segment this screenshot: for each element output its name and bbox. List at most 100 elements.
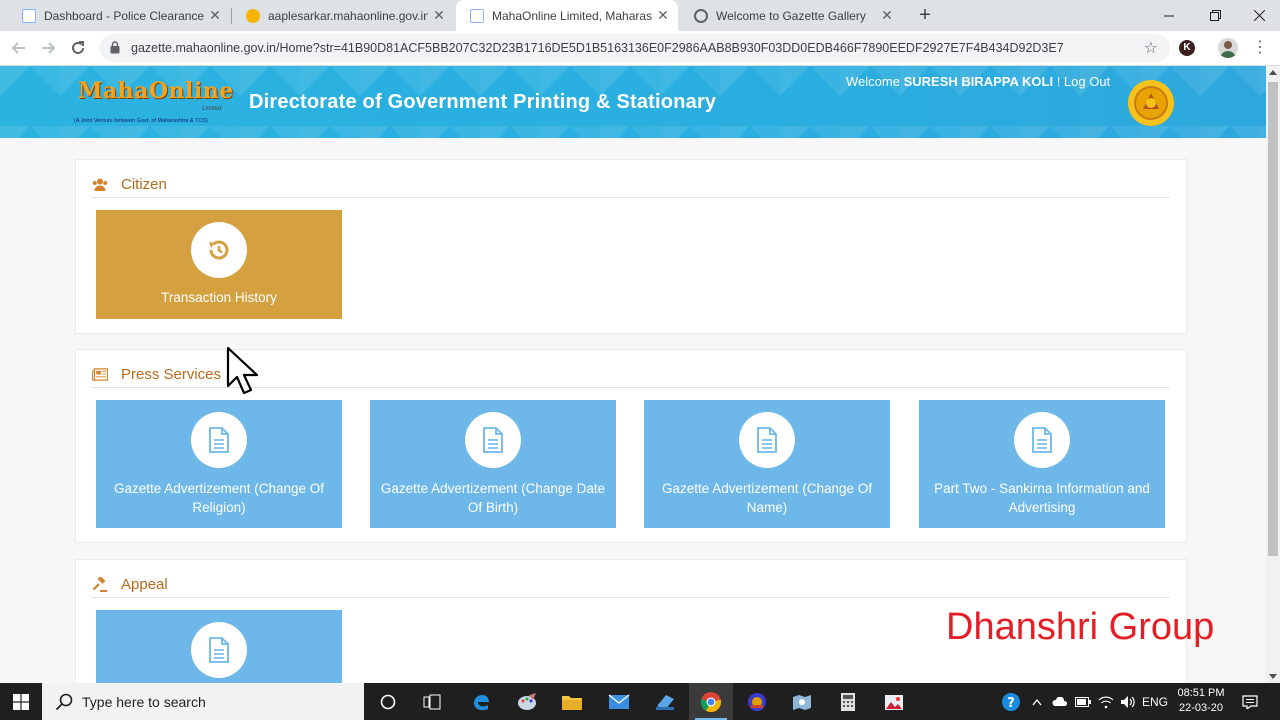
mouse-pointer-icon: [226, 346, 259, 395]
address-bar[interactable]: gazette.mahaonline.gov.in/Home?str=41B90…: [100, 34, 1170, 62]
aaplesarkar-favicon-icon: [246, 8, 260, 23]
tile-label: Gazette Advertizement (Change Date Of Bi…: [380, 481, 606, 515]
onedrive-tray-icon[interactable]: [1050, 683, 1070, 720]
app-taskbar-button[interactable]: [643, 683, 687, 720]
file-explorer-taskbar-button[interactable]: [550, 683, 594, 720]
calculator-icon: [841, 692, 855, 711]
document-icon: [191, 622, 247, 678]
app2-taskbar-button[interactable]: [735, 683, 779, 720]
tile-label: Gazette Advertizement (Change Of Name): [661, 481, 873, 515]
tab-title: Dashboard - Police Clearance Ce: [44, 8, 204, 23]
paint-palette-icon: [518, 692, 536, 710]
cloud-icon: [1052, 696, 1068, 706]
mail-icon: [608, 693, 630, 709]
page-icon: [22, 8, 36, 23]
edge-taskbar-button[interactable]: [459, 683, 503, 720]
profile-avatar[interactable]: [1218, 38, 1238, 58]
page-icon: [470, 8, 484, 23]
gazette-change-name-tile[interactable]: Gazette Advertizement (Change Of Name): [644, 400, 890, 528]
close-icon[interactable]: ✕: [656, 8, 670, 22]
reload-button[interactable]: [67, 37, 89, 59]
clock-time: 08:51 PM: [1177, 687, 1225, 699]
mail-taskbar-button[interactable]: [597, 683, 641, 720]
newspaper-icon: [92, 367, 108, 383]
watermark-text: Dhanshri Group: [946, 606, 1215, 648]
tab-police-clearance[interactable]: Dashboard - Police Clearance Ce ✕: [8, 0, 230, 31]
close-icon[interactable]: ✕: [880, 8, 894, 22]
taskbar-clock[interactable]: 08:51 PM 22-03-20: [1172, 686, 1230, 716]
windows-taskbar: Type here to search ? ENG 08:51 PM 22-03…: [0, 683, 1280, 720]
clock-date: 22-03-20: [1178, 702, 1224, 714]
tab-aaplesarkar[interactable]: aaplesarkar.mahaonline.gov.in ✕: [232, 0, 454, 31]
task-view-icon: [423, 694, 441, 709]
notifications-tray-button[interactable]: [1238, 683, 1262, 720]
cortana-button[interactable]: [366, 683, 410, 720]
browser-toolbar: gazette.mahaonline.gov.in/Home?str=41B90…: [0, 31, 1280, 66]
forward-button[interactable]: [37, 37, 59, 59]
person-icon: [1220, 41, 1236, 58]
document-icon: [739, 412, 795, 468]
task-view-button[interactable]: [410, 683, 454, 720]
site-title: Directorate of Government Printing & Sta…: [249, 91, 717, 113]
battery-tray-icon[interactable]: [1073, 683, 1093, 720]
paint-taskbar-button[interactable]: [505, 683, 549, 720]
appeal-tile[interactable]: [96, 610, 342, 683]
scroll-up-icon[interactable]: [1269, 70, 1277, 75]
press-services-section-title: Press Services: [121, 366, 222, 383]
show-hidden-icons-button[interactable]: [1030, 683, 1044, 720]
gazette-change-religion-tile[interactable]: Gazette Advertizement (Change Of Religio…: [96, 400, 342, 528]
logo-wordmark: MahaOnline: [78, 78, 234, 104]
reload-icon: [72, 41, 84, 54]
extension-k-icon[interactable]: K: [1179, 40, 1195, 56]
citizen-section-title: Citizen: [121, 176, 167, 193]
app4-taskbar-button[interactable]: [872, 683, 916, 720]
browser-tab-strip: Dashboard - Police Clearance Ce ✕ aaples…: [0, 0, 1280, 31]
minimize-button[interactable]: [1146, 0, 1192, 31]
tab-title: aaplesarkar.mahaonline.gov.in: [268, 8, 428, 23]
globe-icon: [694, 8, 708, 23]
browser-menu-button[interactable]: ⋮: [1252, 38, 1268, 58]
scroll-down-icon[interactable]: [1269, 674, 1277, 679]
speaker-icon: [1121, 695, 1135, 708]
transaction-history-tile[interactable]: Transaction History: [96, 210, 342, 319]
document-icon: [191, 412, 247, 468]
cortana-circle-icon: [380, 694, 396, 709]
language-indicator[interactable]: ENG: [1140, 683, 1170, 720]
app3-taskbar-button[interactable]: [780, 683, 824, 720]
back-button[interactable]: [8, 37, 30, 59]
volume-tray-icon[interactable]: [1118, 683, 1138, 720]
tab-gazette-gallery[interactable]: Welcome to Gazette Gallery ✕: [680, 0, 902, 31]
restore-icon: [1209, 10, 1221, 21]
scrollbar-thumb[interactable]: [1268, 82, 1278, 556]
start-button[interactable]: [0, 683, 42, 720]
mahaonline-logo[interactable]: MahaOnline Limited (A Joint Venture betw…: [74, 78, 236, 128]
citizen-panel: Citizen Transaction History: [75, 159, 1187, 334]
tile-label: Transaction History: [161, 290, 277, 305]
wifi-tray-icon[interactable]: [1096, 683, 1116, 720]
logout-link[interactable]: ! Log Out: [1053, 74, 1110, 89]
arrow-left-icon: [11, 42, 25, 54]
close-icon[interactable]: ✕: [432, 8, 446, 22]
folder-icon: [562, 695, 582, 710]
history-icon: [191, 222, 247, 278]
new-tab-button[interactable]: +: [915, 5, 935, 25]
part-two-sankirna-tile[interactable]: Part Two - Sankirna Information and Adve…: [919, 400, 1165, 528]
chrome-taskbar-button[interactable]: [689, 683, 733, 720]
close-icon[interactable]: ✕: [208, 8, 222, 22]
calculator-taskbar-button[interactable]: [826, 683, 870, 720]
search-icon: [55, 693, 73, 710]
edge-icon: [474, 694, 489, 710]
windows-logo-icon: [13, 693, 29, 710]
appeal-panel-header: Appeal: [92, 572, 1170, 598]
restore-button[interactable]: [1192, 0, 1238, 31]
gazette-change-dob-tile[interactable]: Gazette Advertizement (Change Date Of Bi…: [370, 400, 616, 528]
photo-app-icon: [885, 694, 903, 710]
page-scrollbar[interactable]: [1266, 66, 1280, 683]
close-window-button[interactable]: [1236, 0, 1280, 31]
tab-mahaonline[interactable]: MahaOnline Limited, Maharashtr ✕: [456, 0, 678, 31]
taskbar-search-box[interactable]: Type here to search: [42, 683, 364, 720]
bookmark-star-icon[interactable]: ☆: [1144, 38, 1158, 58]
users-icon: [92, 177, 108, 193]
help-tray-button[interactable]: ?: [998, 683, 1024, 720]
welcome-prefix: Welcome: [846, 74, 904, 89]
